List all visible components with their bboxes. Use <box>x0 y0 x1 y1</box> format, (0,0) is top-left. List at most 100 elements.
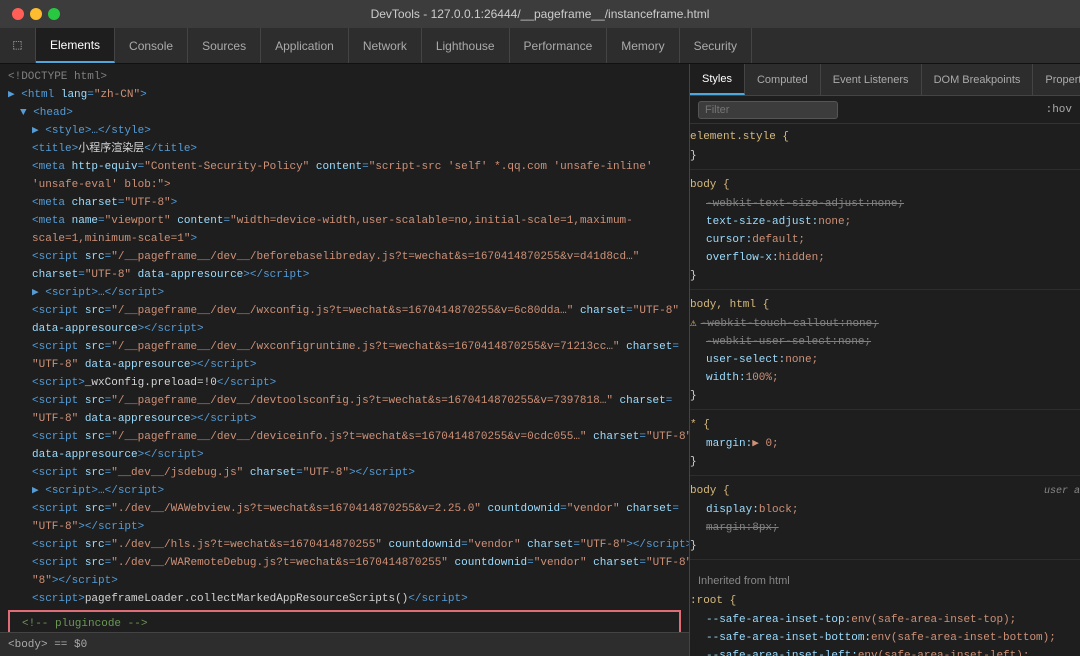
comment-block: <!-- plugincode --> <!-- extendedlib -->… <box>8 610 681 632</box>
tab-elements[interactable]: Elements <box>36 28 115 63</box>
root-rule1: :root { --safe-area-inset-top: env(safe-… <box>690 592 1080 656</box>
body-ua-rule: body { user a display: block; margin: 8p… <box>690 482 1080 560</box>
root1-prop3: --safe-area-inset-left: env(safe-area-in… <box>690 647 1080 656</box>
body-ua-prop1: display: block; <box>690 501 1080 519</box>
dom-html[interactable]: ▶ <html lang="zh-CN"> <box>0 86 689 104</box>
body-ua-prop2: margin: 8px; <box>690 519 1080 537</box>
body-prop-webkit-text: -webkit-text-size-adjust: none; <box>690 195 1080 213</box>
dom-script6b: "UTF-8" data-appresource></script> <box>0 410 689 428</box>
comment-plugincode: <!-- plugincode --> <box>14 614 675 632</box>
element-style-selector: element.style { <box>690 128 1080 146</box>
dom-meta-viewport[interactable]: <meta name="viewport" content="width=dev… <box>0 212 689 230</box>
filter-hint: :hov <box>1046 104 1072 116</box>
dom-script1b: charset="UTF-8" data-appresource></scrip… <box>0 266 689 284</box>
body-ua-selector-line: body { user a <box>690 482 1080 501</box>
dom-script4b: "UTF-8" data-appresource></script> <box>0 356 689 374</box>
breadcrumb-path: <body> == $0 <box>8 639 87 651</box>
dom-style[interactable]: ▶ <style>…</style> <box>0 122 689 140</box>
body-prop-overflow: overflow-x: hidden; <box>690 249 1080 267</box>
body-rule: body { -webkit-text-size-adjust: none; t… <box>690 176 1080 290</box>
titlebar: DevTools - 127.0.0.1:26444/__pageframe__… <box>0 0 1080 28</box>
body-selector: body { <box>690 176 1080 194</box>
dom-tree[interactable]: <!DOCTYPE html> ▶ <html lang="zh-CN"> ▼ … <box>0 64 689 632</box>
tab-properties[interactable]: Properties <box>1033 64 1080 95</box>
dom-doctype: <!DOCTYPE html> <box>0 68 689 86</box>
body-ua-close: } <box>690 537 1080 555</box>
body-prop-text-size: text-size-adjust: none; <box>690 213 1080 231</box>
tab-application[interactable]: Application <box>261 28 349 63</box>
element-style-close: } <box>690 147 1080 165</box>
styles-panel: Styles Computed Event Listeners DOM Brea… <box>690 64 1080 656</box>
dom-title[interactable]: <title>小程序渲染层</title> <box>0 140 689 158</box>
dom-script12[interactable]: <script src="./dev__/WARemoteDebug.js?t=… <box>0 554 689 572</box>
styles-tabbar: Styles Computed Event Listeners DOM Brea… <box>690 64 1080 96</box>
close-button[interactable] <box>12 8 24 20</box>
tab-security[interactable]: Security <box>680 28 752 63</box>
dom-panel: <!DOCTYPE html> ▶ <html lang="zh-CN"> ▼ … <box>0 64 690 656</box>
dom-head[interactable]: ▼ <head> <box>0 104 689 122</box>
dom-meta-csp2: 'unsafe-eval' blob:"> <box>0 176 689 194</box>
body-html-prop4: width: 100%; <box>690 369 1080 387</box>
tab-lighthouse[interactable]: Lighthouse <box>422 28 510 63</box>
dom-script10b: "UTF-8"></script> <box>0 518 689 536</box>
root1-prop1: --safe-area-inset-top: env(safe-area-ins… <box>690 611 1080 629</box>
dom-script1[interactable]: <script src="/__pageframe__/dev__/before… <box>0 248 689 266</box>
body-html-prop3: user-select: none; <box>690 351 1080 369</box>
dom-script-loader[interactable]: <script>pageframeLoader.collectMarkedApp… <box>0 590 689 608</box>
tab-computed[interactable]: Computed <box>745 64 821 95</box>
root1-selector: :root { <box>690 592 1080 610</box>
dom-script7b: data-appresource></script> <box>0 446 689 464</box>
dom-script6[interactable]: <script src="/__pageframe__/dev__/devtoo… <box>0 392 689 410</box>
body-rule-close: } <box>690 267 1080 285</box>
dom-script4[interactable]: <script src="/__pageframe__/dev__/wxconf… <box>0 338 689 356</box>
filter-input[interactable] <box>698 101 838 119</box>
dom-script2[interactable]: ▶ <script>…</script> <box>0 284 689 302</box>
star-prop-margin: margin: ▶ 0; <box>690 435 1080 453</box>
dom-script10[interactable]: <script src="./dev__/WAWebview.js?t=wech… <box>0 500 689 518</box>
tab-sources[interactable]: Sources <box>188 28 261 63</box>
body-html-prop2: -webkit-user-select: none; <box>690 333 1080 351</box>
minimize-button[interactable] <box>30 8 42 20</box>
dom-script8[interactable]: <script src="__dev__/jsdebug.js" charset… <box>0 464 689 482</box>
dom-script9[interactable]: ▶ <script>…</script> <box>0 482 689 500</box>
star-rule: * { margin: ▶ 0; } <box>690 416 1080 476</box>
tab-network[interactable]: Network <box>349 28 422 63</box>
dom-meta-viewport2: scale=1,minimum-scale=1"> <box>0 230 689 248</box>
inspect-icon[interactable]: ⬚ <box>0 28 36 63</box>
main-layout: <!DOCTYPE html> ▶ <html lang="zh-CN"> ▼ … <box>0 64 1080 656</box>
dom-script3[interactable]: <script src="/__pageframe__/dev__/wxconf… <box>0 302 689 320</box>
dom-script11[interactable]: <script src="./dev__/hls.js?t=wechat&s=1… <box>0 536 689 554</box>
tab-styles[interactable]: Styles <box>690 64 745 95</box>
breadcrumb-bar: <body> == $0 <box>0 632 689 656</box>
inherited-label: Inherited from html <box>690 566 1080 592</box>
styles-content[interactable]: element.style { } body { -webkit-text-si… <box>690 124 1080 656</box>
maximize-button[interactable] <box>48 8 60 20</box>
tab-performance[interactable]: Performance <box>510 28 608 63</box>
body-html-rule: body, html { ⚠-webkit-touch-callout: non… <box>690 296 1080 410</box>
tab-dom-breakpoints[interactable]: DOM Breakpoints <box>922 64 1034 95</box>
body-prop-cursor: cursor: default; <box>690 231 1080 249</box>
root1-prop2: --safe-area-inset-bottom: env(safe-area-… <box>690 629 1080 647</box>
body-html-close: } <box>690 387 1080 405</box>
dom-meta-charset[interactable]: <meta charset="UTF-8"> <box>0 194 689 212</box>
dom-script12b: "8"></script> <box>0 572 689 590</box>
dom-script5[interactable]: <script>_wxConfig.preload=!0</script> <box>0 374 689 392</box>
dom-script3b: data-appresource></script> <box>0 320 689 338</box>
traffic-lights <box>0 8 60 20</box>
user-agent-label: user a <box>1044 483 1080 501</box>
star-selector: * { <box>690 416 1080 434</box>
tab-memory[interactable]: Memory <box>607 28 679 63</box>
body-ua-selector: body { <box>690 482 1044 500</box>
warning-icon: ⚠ <box>690 315 697 333</box>
tab-console[interactable]: Console <box>115 28 188 63</box>
main-tabbar: ⬚ Elements Console Sources Application N… <box>0 28 1080 64</box>
star-close: } <box>690 453 1080 471</box>
filter-bar: :hov <box>690 96 1080 124</box>
dom-meta-csp[interactable]: <meta http-equiv="Content-Security-Polic… <box>0 158 689 176</box>
body-html-prop1: ⚠-webkit-touch-callout: none; <box>690 315 1080 333</box>
body-html-selector: body, html { <box>690 296 1080 314</box>
element-style-rule: element.style { } <box>690 128 1080 170</box>
dom-script7[interactable]: <script src="/__pageframe__/dev__/device… <box>0 428 689 446</box>
window-title: DevTools - 127.0.0.1:26444/__pageframe__… <box>371 7 710 21</box>
tab-event-listeners[interactable]: Event Listeners <box>821 64 922 95</box>
